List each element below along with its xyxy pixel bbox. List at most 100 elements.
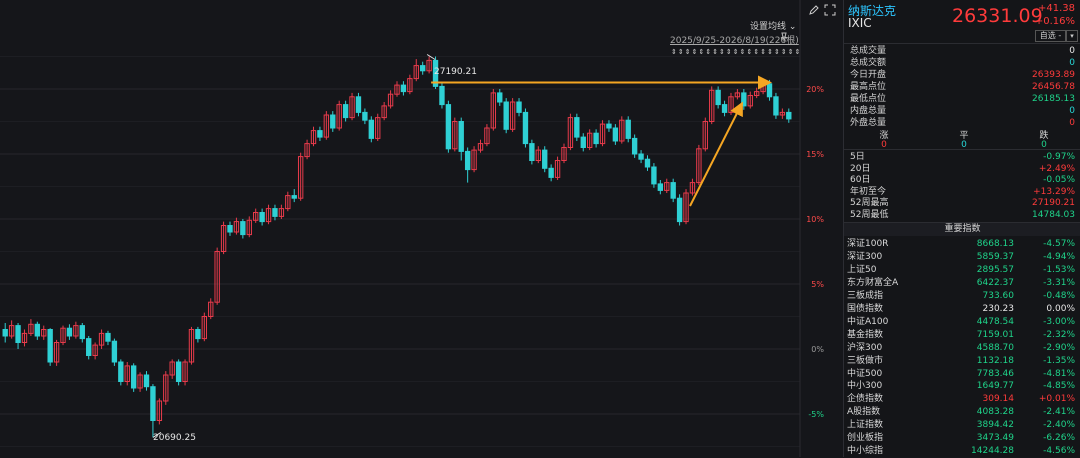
stat-row: 总成交额 0 (844, 57, 1080, 69)
index-row-name: 东方财富全A (847, 277, 899, 288)
index-row[interactable]: 企债指数 309.14 +0.01% (844, 393, 1080, 406)
index-row[interactable]: 中小300 1649.77 -4.85% (844, 380, 1080, 393)
candle-body (464, 150, 471, 171)
period-value: -0.05% (1043, 175, 1075, 185)
candle-body (130, 365, 137, 389)
index-row[interactable]: A股指数 4083.28 -2.41% (844, 406, 1080, 419)
index-row-change: -4.94% (1043, 251, 1075, 262)
kline-chart-area[interactable]: 设置均线 ⌄ 2025/9/25-2026/8/19(226根) ⇕⇕⇕⇕⇕⇕⇕… (0, 0, 842, 457)
index-row[interactable]: 上证指数 3894.42 -2.40% (844, 419, 1080, 432)
stat-value: 0 (1069, 106, 1075, 116)
period-label: 5日 (850, 152, 865, 162)
index-row-name: 创业板指 (847, 433, 884, 444)
index-row-change: -2.40% (1043, 420, 1075, 431)
index-row-name: A股指数 (847, 407, 881, 418)
candle-body (631, 137, 638, 155)
stat-value: 0 (1069, 46, 1075, 56)
y-tick-label: 10% (806, 215, 824, 224)
candle-body (503, 101, 509, 130)
index-row-price: 1132.18 (976, 355, 1014, 366)
index-row-price: 14244.28 (971, 446, 1014, 457)
candle-body (657, 183, 664, 191)
candle-body (368, 119, 374, 139)
candle-body (542, 149, 548, 169)
candle-body (721, 104, 728, 113)
index-row[interactable]: 沪深300 4588.70 -2.90% (844, 342, 1080, 355)
candle-body (548, 167, 554, 178)
dropdown-button[interactable]: ▾ (1066, 30, 1078, 42)
candle-body (195, 329, 201, 340)
index-row-name: 上证指数 (847, 420, 884, 431)
stat-row: 总成交量 0 (844, 45, 1080, 57)
stat-value: 26456.78 (1032, 82, 1075, 92)
watchlist-button[interactable]: 自选 - (1035, 30, 1066, 42)
index-row-name: 沪深300 (847, 342, 883, 353)
index-row[interactable]: 基金指数 7159.01 -2.32% (844, 329, 1080, 342)
candle-body (766, 83, 773, 98)
index-row[interactable]: 深证300 5859.37 -4.94% (844, 251, 1080, 264)
stat-row: 今日开盘 26393.89 (844, 69, 1080, 81)
index-row[interactable]: 国债指数 230.23 0.00% (844, 303, 1080, 316)
chart-grid (0, 0, 801, 457)
index-row-price: 8668.13 (976, 239, 1014, 249)
high-label: 27190.21 (434, 67, 477, 77)
candle-body (497, 92, 503, 103)
index-row[interactable]: 深证100R 8668.13 -4.57% (844, 238, 1080, 251)
index-row[interactable]: 上证50 2895.57 -1.53% (844, 264, 1080, 277)
candle-body (593, 132, 599, 145)
stat-label: 今日开盘 (850, 70, 887, 80)
index-row-price: 2895.57 (976, 264, 1014, 275)
candle-body (259, 212, 265, 223)
index-row-price: 7783.46 (976, 368, 1014, 379)
index-row-price: 733.60 (982, 290, 1015, 301)
index-row[interactable]: 中小综指 14244.28 -4.56% (844, 445, 1080, 458)
index-price: 26331.09 (952, 5, 1043, 27)
index-row[interactable]: 东方财富全A 6422.37 -3.31% (844, 277, 1080, 290)
low-label: 20690.25 (153, 433, 196, 443)
stat-label: 总成交额 (850, 58, 887, 68)
index-row-name: 国债指数 (847, 303, 884, 314)
period-value: +2.49% (1038, 163, 1075, 174)
candle-body (670, 182, 676, 199)
candle-body (612, 127, 619, 142)
candle-body (786, 111, 792, 120)
index-row-change: -2.90% (1043, 342, 1075, 353)
index-row[interactable]: 中证500 7783.46 -4.81% (844, 368, 1080, 381)
candle-body (400, 84, 407, 93)
candle-body (317, 130, 323, 138)
index-row-change: -4.81% (1043, 368, 1075, 379)
stat-row: 最低点位 26185.13 (844, 93, 1080, 105)
index-row-name: 中证A100 (847, 316, 889, 327)
index-row-name: 企债指数 (847, 394, 884, 405)
stat-label: 总成交量 (850, 46, 887, 56)
candle-body (355, 96, 362, 113)
candle-body (439, 85, 445, 106)
candle-body (574, 117, 580, 138)
y-tick-label: -5% (808, 410, 824, 419)
candles (2, 56, 792, 438)
candle-body (79, 325, 85, 340)
candle-body (529, 143, 535, 162)
index-row-change: -1.53% (1043, 264, 1075, 275)
trend-arrow (689, 101, 743, 207)
stat-row: 最高点位 26456.78 (844, 81, 1080, 93)
index-row[interactable]: 创业板指 3473.49 -6.26% (844, 432, 1080, 445)
period-row: 60日 -0.05% (844, 174, 1080, 186)
index-row[interactable]: 中证A100 4478.54 -3.00% (844, 316, 1080, 329)
index-row-change: -0.48% (1043, 290, 1075, 301)
y-tick-label: 15% (806, 150, 824, 159)
index-row-price: 309.14 (982, 394, 1015, 405)
index-row-name: 基金指数 (847, 329, 884, 340)
candle-body (105, 332, 111, 342)
index-row-price: 3473.49 (976, 433, 1014, 444)
index-row[interactable]: 三板做市 1132.18 -1.35% (844, 355, 1080, 368)
index-row-price: 4083.28 (976, 407, 1014, 418)
candle-body (651, 166, 657, 185)
index-row-name: 深证300 (847, 251, 883, 262)
candle-body (362, 111, 368, 121)
y-tick-label: 5% (811, 280, 824, 289)
index-row[interactable]: 三板成指 733.60 -0.48% (844, 290, 1080, 303)
candlestick-chart[interactable]: 20% 15% 10% 5% 0% -5% (0, 0, 842, 457)
index-row-change: -4.56% (1043, 446, 1075, 457)
index-change-pct: +0.16% (1034, 16, 1075, 27)
